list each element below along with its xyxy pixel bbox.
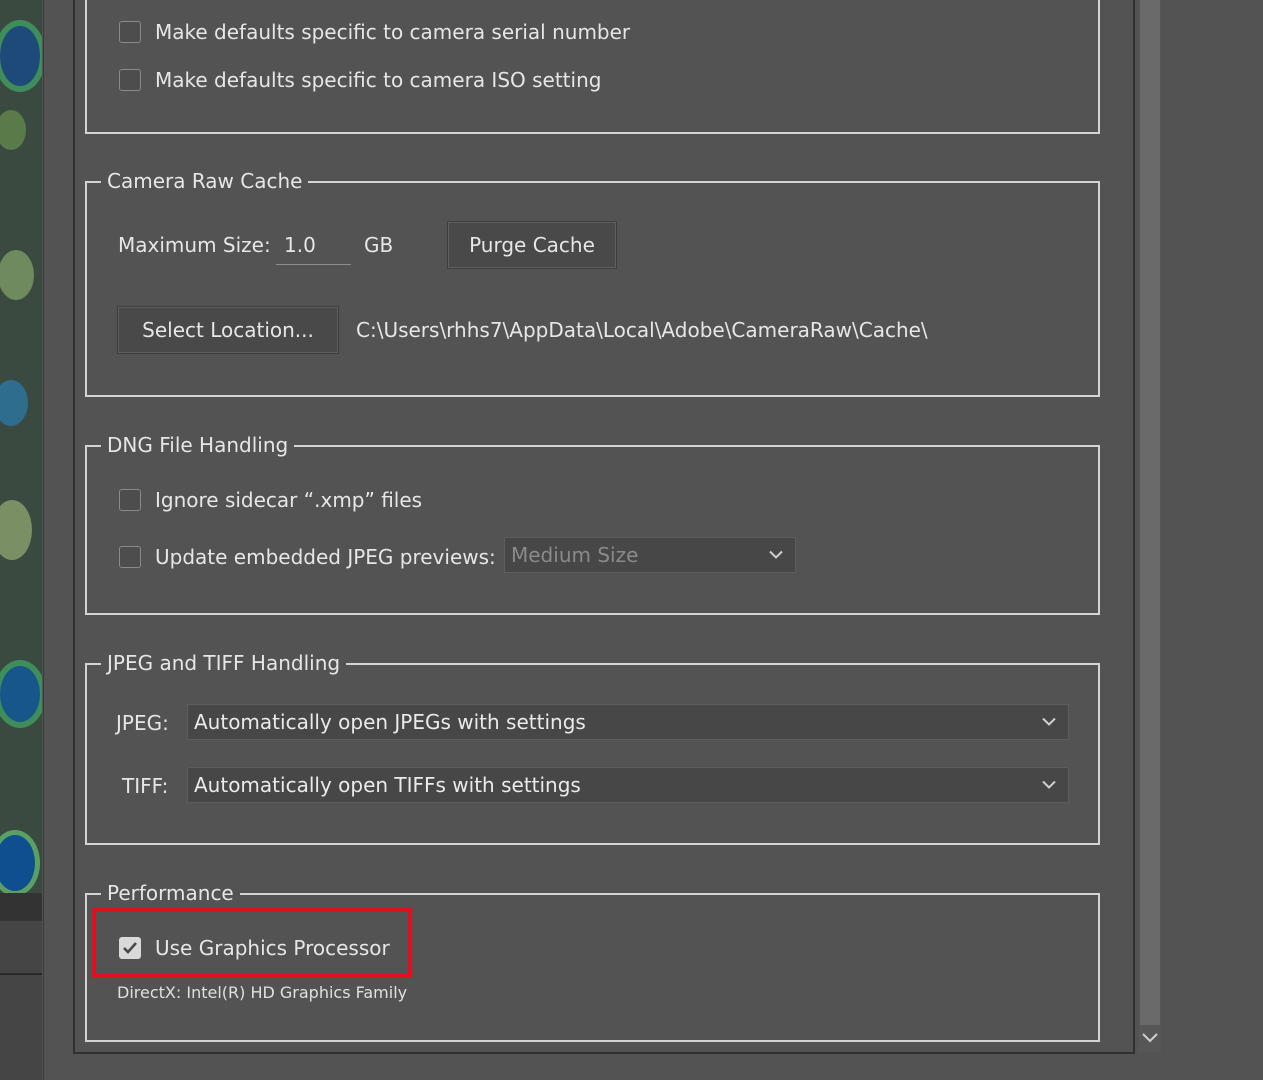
- vertical-scrollbar[interactable]: [1139, 0, 1161, 1052]
- jpeg-handling-select[interactable]: Automatically open JPEGs with settings: [187, 704, 1069, 740]
- performance-group-title: Performance: [101, 881, 240, 905]
- jpeg-tiff-handling-group: JPEG and TIFF Handling JPEG: Automatical…: [85, 651, 1100, 845]
- preview-size-select[interactable]: Medium Size: [504, 537, 796, 573]
- jpeg-handling-value: Automatically open JPEGs with settings: [194, 710, 586, 734]
- cache-location-path: C:\Users\rhhs7\AppData\Local\Adobe\Camer…: [356, 318, 928, 342]
- serial-number-label: Make defaults specific to camera serial …: [155, 20, 631, 44]
- preview-size-value: Medium Size: [511, 543, 639, 567]
- graphics-processor-info: DirectX: Intel(R) HD Graphics Family: [117, 983, 408, 1002]
- dng-group-title: DNG File Handling: [101, 433, 295, 457]
- chevron-down-icon: [1042, 780, 1056, 789]
- chevron-down-icon: [1042, 717, 1056, 726]
- tiff-handling-select[interactable]: Automatically open TIFFs with settings: [187, 767, 1069, 803]
- ignore-sidecar-label: Ignore sidecar “.xmp” files: [155, 488, 423, 512]
- serial-number-option[interactable]: Make defaults specific to camera serial …: [119, 20, 630, 44]
- ignore-sidecar-checkbox[interactable]: [119, 489, 141, 511]
- ignore-sidecar-option[interactable]: Ignore sidecar “.xmp” files: [119, 488, 422, 512]
- iso-setting-label: Make defaults specific to camera ISO set…: [155, 68, 602, 92]
- scroll-down-arrow-icon[interactable]: [1142, 1030, 1158, 1046]
- update-previews-checkbox[interactable]: [119, 546, 141, 568]
- update-previews-label: Update embedded JPEG previews:: [155, 545, 496, 569]
- scrollbar-thumb[interactable]: [1140, 0, 1160, 1025]
- max-size-label: Maximum Size:: [118, 233, 271, 257]
- max-size-input[interactable]: 1.0: [276, 233, 351, 265]
- jpeg-label: JPEG:: [116, 711, 169, 735]
- update-previews-option[interactable]: Update embedded JPEG previews:: [119, 545, 496, 569]
- iso-setting-option[interactable]: Make defaults specific to camera ISO set…: [119, 68, 601, 92]
- defaults-group: Make defaults specific to camera serial …: [85, 0, 1100, 134]
- highlight-box: [92, 908, 412, 978]
- serial-number-checkbox[interactable]: [119, 21, 141, 43]
- cache-unit-label: GB: [364, 233, 394, 257]
- left-app-strip: [0, 893, 42, 1080]
- purge-cache-button[interactable]: Purge Cache: [447, 221, 617, 269]
- dng-file-handling-group: DNG File Handling Ignore sidecar “.xmp” …: [85, 433, 1100, 615]
- jpeg-tiff-group-title: JPEG and TIFF Handling: [101, 651, 347, 675]
- preferences-scroll-panel: Make defaults specific to camera serial …: [73, 0, 1161, 1054]
- select-location-button[interactable]: Select Location...: [117, 306, 339, 354]
- iso-setting-checkbox[interactable]: [119, 69, 141, 91]
- cache-group-title: Camera Raw Cache: [101, 169, 309, 193]
- tiff-handling-value: Automatically open TIFFs with settings: [194, 773, 581, 797]
- chevron-down-icon: [769, 550, 783, 559]
- background-photo: [0, 0, 42, 893]
- tiff-label: TIFF:: [122, 774, 169, 798]
- camera-raw-cache-group: Camera Raw Cache Maximum Size: 1.0 GB Pu…: [85, 169, 1100, 397]
